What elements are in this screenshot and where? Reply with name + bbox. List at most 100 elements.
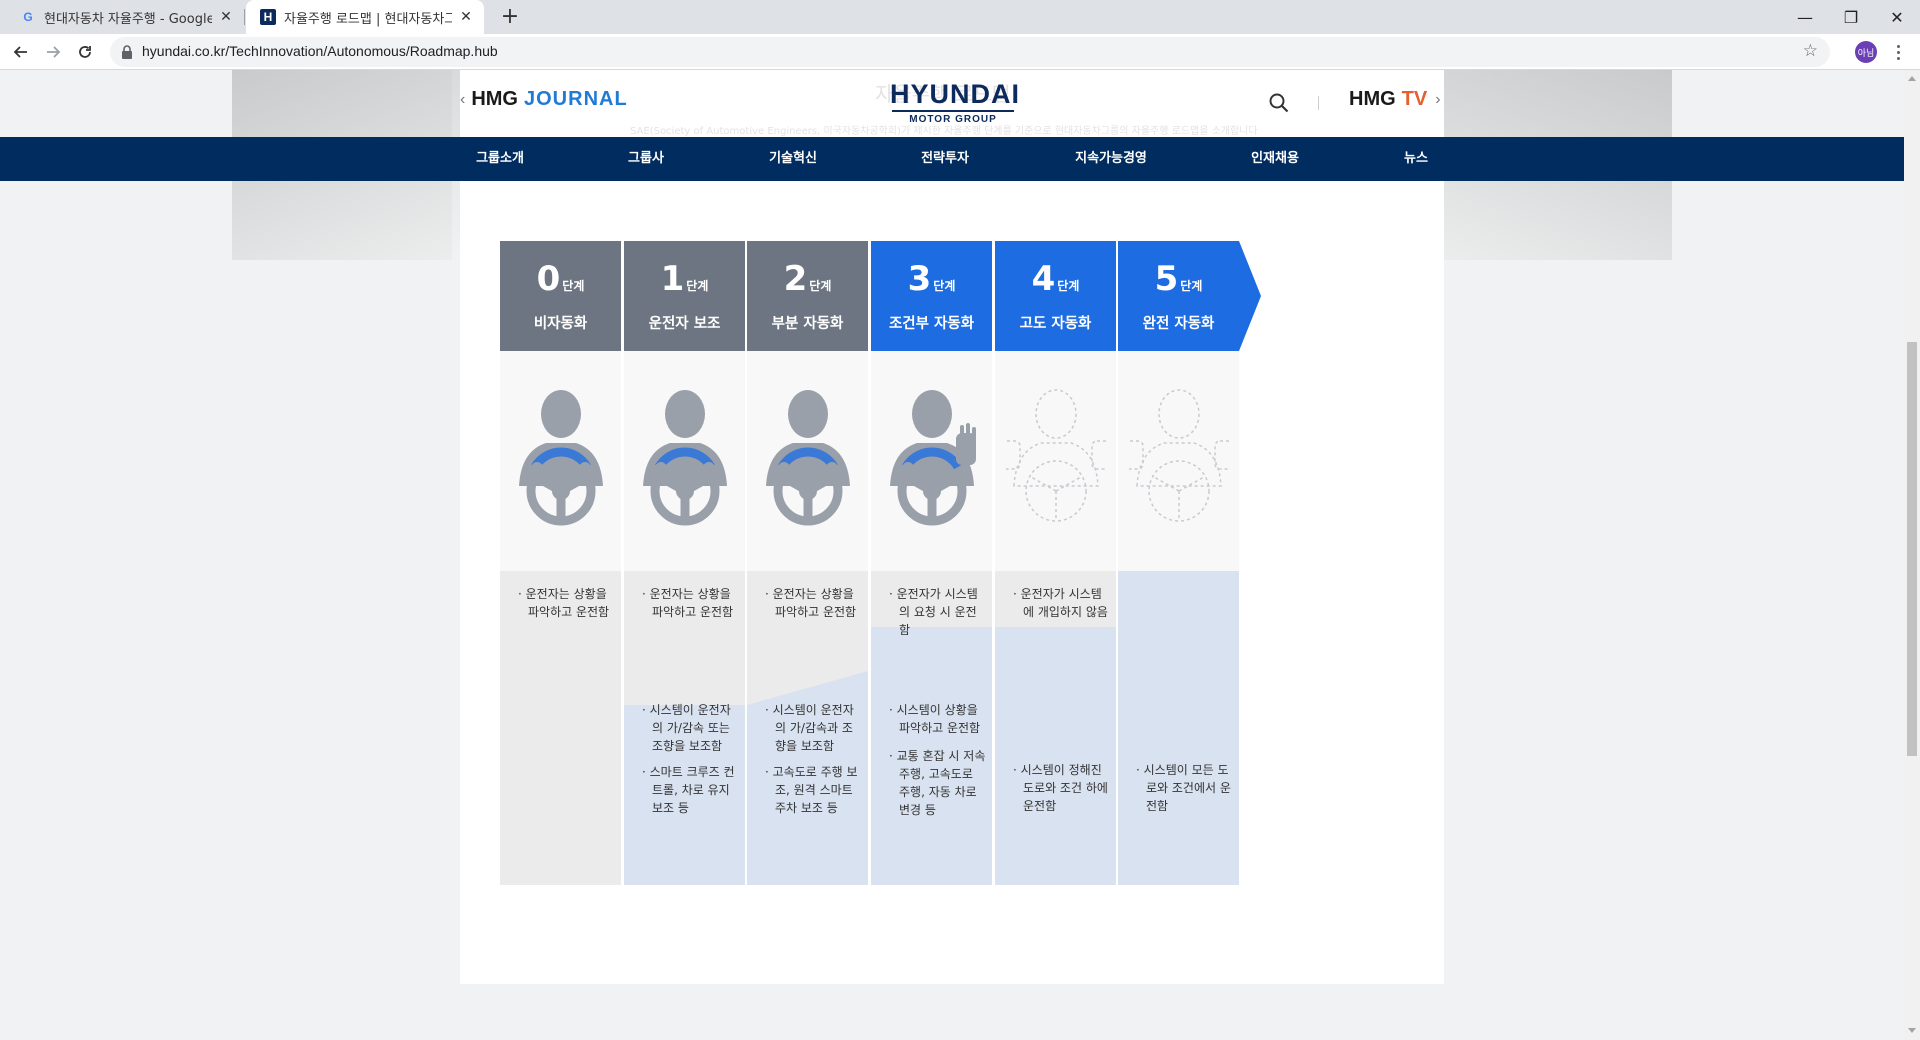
driver-hand-raised-icon xyxy=(882,381,982,531)
driver-hands-on-icon xyxy=(511,381,611,531)
level-number: 3 xyxy=(907,259,932,299)
level-column-0: 0단계비자동화운전자는 상황을 파악하고 운전함 xyxy=(500,241,621,885)
forward-button[interactable] xyxy=(39,38,67,66)
level-description-4: 운전자가 시스템에 개입하지 않음시스템이 정해진 도로와 조건 하에 운전함 xyxy=(995,571,1116,885)
tab-google-search[interactable]: G 현대자동차 자율주행 - Google 검색 ✕ xyxy=(6,0,245,34)
driver-note: 운전자가 시스템의 요청 시 운전함 xyxy=(889,585,986,639)
new-tab-button[interactable]: + xyxy=(497,4,523,30)
level-header-2: 2 단계부분 자동화 xyxy=(747,241,868,351)
level-unit-label: 단계 xyxy=(1057,279,1080,293)
page-scrollbar[interactable] xyxy=(1904,70,1920,1040)
reload-button[interactable] xyxy=(71,38,99,66)
system-operation-region xyxy=(1118,571,1239,885)
autonomous-roadmap: 0단계비자동화운전자는 상황을 파악하고 운전함1단계운전자 보조운전자는 상황… xyxy=(500,241,1405,885)
level-unit-label: 단계 xyxy=(562,279,585,293)
system-note: 시스템이 정해진 도로와 조건 하에 운전함 xyxy=(1013,761,1110,815)
chevron-right-icon: › xyxy=(1435,90,1441,108)
scrollbar-thumb[interactable] xyxy=(1907,342,1917,756)
level-column-3: 3단계조건부 자동화운전자가 시스템의 요청 시 운전함시스템이 상황을 파악하… xyxy=(871,241,992,885)
driver-assisted-icon xyxy=(635,381,735,531)
back-button[interactable] xyxy=(7,38,35,66)
level-header-5: 5 단계 완전 자동화 xyxy=(1118,241,1261,351)
main-navigation: 그룹소개 그룹사 기술혁신 전략투자 지속가능경영 인재채용 뉴스 xyxy=(0,137,1904,181)
level-header-3: 3 단계 조건부 자동화 xyxy=(871,241,992,351)
driver-illustration-4 xyxy=(995,351,1116,571)
logo-subtitle: MOTOR GROUP xyxy=(909,114,997,125)
tab-title: 현대자동차 자율주행 - Google 검색 xyxy=(44,11,212,27)
level-name: 조건부 자동화 xyxy=(888,316,975,332)
driver-note: 운전자는 상황을 파악하고 운전함 xyxy=(518,585,615,621)
level-header-1: 1 단계 운전자 보조 xyxy=(624,241,745,351)
logo-rule xyxy=(892,110,1014,112)
minimize-button[interactable]: — xyxy=(1782,0,1828,34)
nav-item-news[interactable]: 뉴스 xyxy=(1404,137,1428,181)
level-unit-label: 단계 xyxy=(1180,279,1203,293)
driver-illustration-5 xyxy=(1118,351,1239,571)
system-note: 시스템이 모든 도로와 조건에서 운전함 xyxy=(1136,761,1233,815)
level-name: 부분 자동화 xyxy=(771,316,844,332)
level-description-0: 운전자는 상황을 파악하고 운전함 xyxy=(500,571,621,885)
forward-arrow-icon xyxy=(47,46,61,58)
nav-item-affiliates[interactable]: 그룹사 xyxy=(628,137,664,181)
header-divider xyxy=(1318,96,1319,110)
driver-illustration-1 xyxy=(624,351,745,571)
level-column-2: 2단계부분 자동화운전자는 상황을 파악하고 운전함시스템이 운전자의 가/감속… xyxy=(747,241,868,885)
hyundai-logo[interactable]: HYUNDAI MOTOR GROUP xyxy=(890,80,1019,125)
level-number: 4 xyxy=(1031,259,1056,299)
nav-item-sustainability[interactable]: 지속가능경영 xyxy=(1075,137,1147,181)
system-note: 시스템이 상황을 파악하고 운전함 xyxy=(889,701,986,737)
level-description-2: 운전자는 상황을 파악하고 운전함시스템이 운전자의 가/감속과 조향을 보조함… xyxy=(747,571,868,885)
close-icon[interactable]: ✕ xyxy=(458,9,474,25)
level-name: 비자동화 xyxy=(533,316,588,332)
level-column-5: 5단계완전 자동화시스템이 모든 도로와 조건에서 운전함 xyxy=(1118,241,1261,885)
level-number: 0 xyxy=(536,259,561,299)
search-icon[interactable] xyxy=(1268,92,1290,114)
bookmark-star-icon[interactable]: ☆ xyxy=(1803,41,1818,61)
system-note: 시스템이 운전자의 가/감속 또는 조향을 보조함 xyxy=(642,701,739,755)
url-text: hyundai.co.kr/TechInnovation/Autonomous/… xyxy=(142,43,498,59)
system-note: 스마트 크루즈 컨트롤, 차로 유지 보조 등 xyxy=(642,763,739,817)
driver-note: 운전자는 상황을 파악하고 운전함 xyxy=(765,585,862,621)
profile-avatar[interactable]: 아님 xyxy=(1855,41,1877,63)
level-description-5: 시스템이 모든 도로와 조건에서 운전함 xyxy=(1118,571,1239,885)
address-bar[interactable]: hyundai.co.kr/TechInnovation/Autonomous/… xyxy=(110,37,1830,67)
level-number-row: 2 단계 xyxy=(747,261,868,297)
tab-strip: G 현대자동차 자율주행 - Google 검색 ✕ H 자율주행 로드맵 | … xyxy=(0,0,1920,34)
nav-item-strategic-investment[interactable]: 전략투자 xyxy=(921,137,969,181)
driver-assisted-icon xyxy=(758,381,858,531)
journal-hmg-text: HMG xyxy=(471,88,518,110)
nav-item-group-intro[interactable]: 그룹소개 xyxy=(476,137,524,181)
scroll-up-icon[interactable] xyxy=(1908,76,1916,81)
level-column-1: 1단계운전자 보조운전자는 상황을 파악하고 운전함시스템이 운전자의 가/감속… xyxy=(624,241,745,885)
driver-illustration-3 xyxy=(871,351,992,571)
level-number-row: 5 단계 xyxy=(1118,261,1239,297)
close-icon[interactable]: ✕ xyxy=(218,9,234,25)
system-note: 고속도로 주행 보조, 원격 스마트 주차 보조 등 xyxy=(765,763,862,817)
driver-hands-off-icon xyxy=(1123,381,1234,531)
hyundai-icon: H xyxy=(260,9,276,25)
scroll-down-icon[interactable] xyxy=(1908,1028,1916,1033)
site-header: 자율주행 로드맵 SAE(Society of Automotive Engin… xyxy=(460,70,1444,137)
restore-button[interactable]: ❐ xyxy=(1828,0,1874,34)
lock-icon xyxy=(122,45,132,59)
hmg-tv-link[interactable]: HMG TV › xyxy=(1349,88,1441,111)
level-header-0: 0 단계비자동화 xyxy=(500,241,621,351)
nav-item-careers[interactable]: 인재채용 xyxy=(1251,137,1299,181)
tab-roadmap[interactable]: H 자율주행 로드맵 | 현대자동차그룹 ✕ xyxy=(246,0,484,34)
close-window-button[interactable]: ✕ xyxy=(1874,0,1920,34)
header-arrow-tip xyxy=(1239,241,1261,351)
google-icon: G xyxy=(23,10,33,24)
driver-illustration-0 xyxy=(500,351,621,571)
menu-kebab-icon[interactable] xyxy=(1892,40,1904,64)
nav-item-tech-innovation[interactable]: 기술혁신 xyxy=(769,137,817,181)
level-description-3: 운전자가 시스템의 요청 시 운전함시스템이 상황을 파악하고 운전함교통 혼잡… xyxy=(871,571,992,885)
reload-icon xyxy=(79,46,91,58)
hmg-journal-link[interactable]: ‹ HMG JOURNAL xyxy=(460,88,628,111)
browser-toolbar: hyundai.co.kr/TechInnovation/Autonomous/… xyxy=(0,34,1920,70)
driver-illustration-2 xyxy=(747,351,868,571)
level-column-4: 4단계고도 자동화운전자가 시스템에 개입하지 않음시스템이 정해진 도로와 조… xyxy=(995,241,1116,885)
level-number-row: 4 단계 xyxy=(995,261,1116,297)
tab-title: 자율주행 로드맵 | 현대자동차그룹 xyxy=(284,11,452,27)
level-unit-label: 단계 xyxy=(809,279,832,293)
level-name: 운전자 보조 xyxy=(648,316,721,332)
